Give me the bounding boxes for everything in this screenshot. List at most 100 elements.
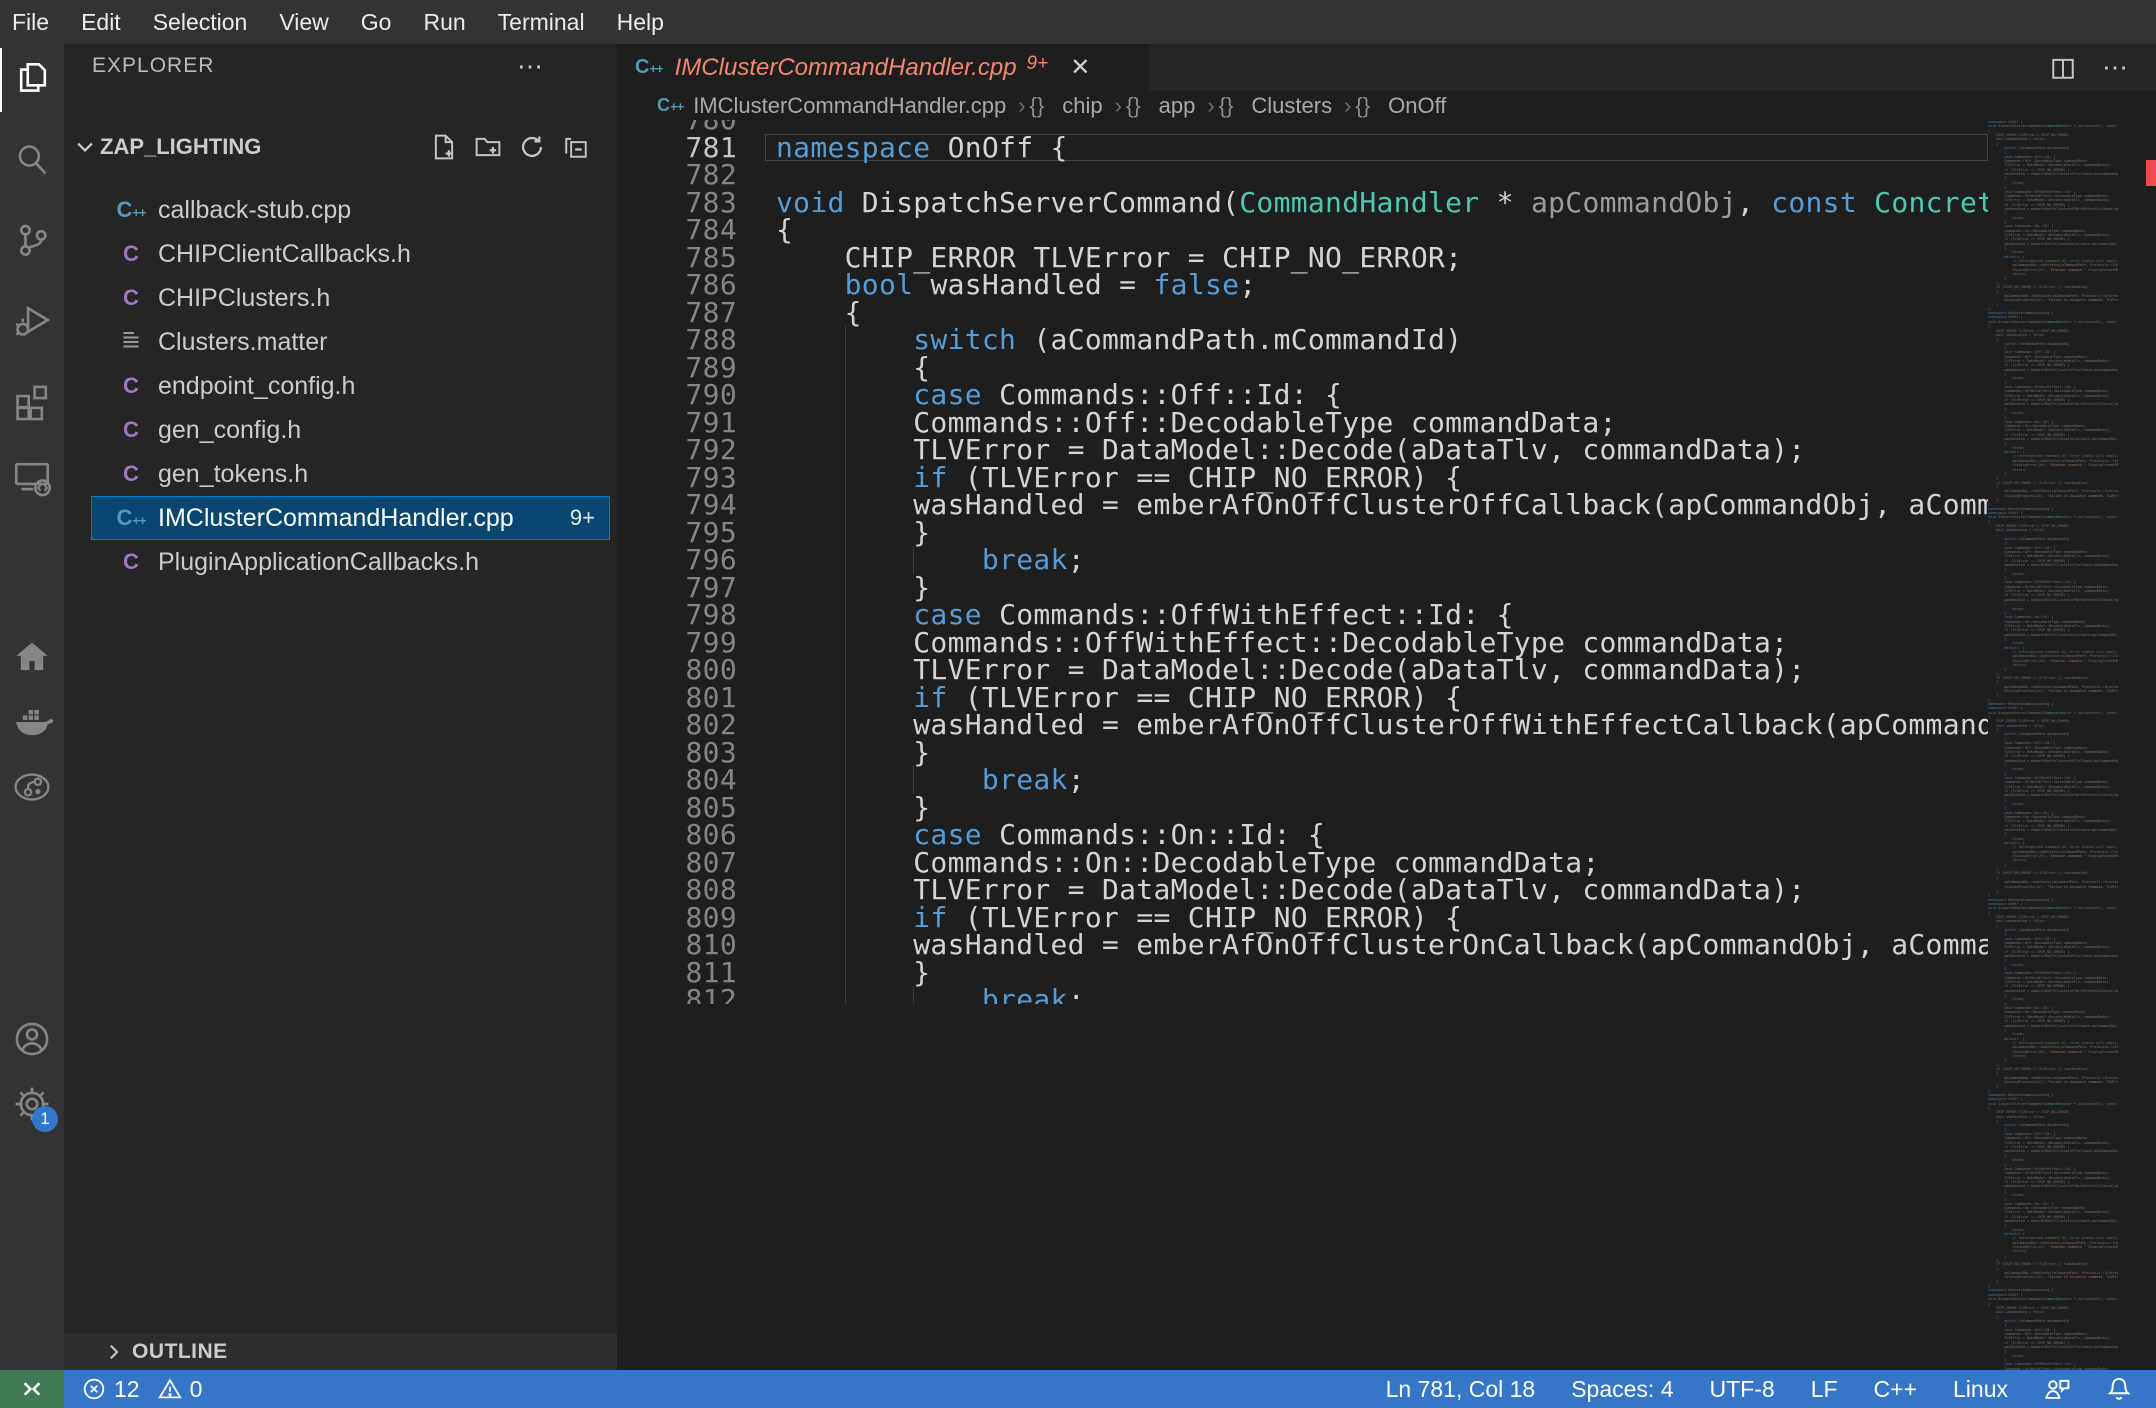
code-line-801[interactable]: 801 if (TLVError == CHIP_NO_ERROR) {	[617, 683, 1988, 711]
code-line-810[interactable]: 810 wasHandled = emberAfOnOffClusterOnCa…	[617, 931, 1988, 959]
minimap[interactable]: namespace OnOff {void DispatchServerComm…	[1988, 120, 2118, 1370]
menu-selection[interactable]: Selection	[137, 0, 264, 44]
docker-icon[interactable]	[0, 690, 64, 754]
code-line-806[interactable]: 806 case Commands::On::Id: {	[617, 821, 1988, 849]
search-icon[interactable]	[0, 128, 64, 192]
code-line-788[interactable]: 788 switch (aCommandPath.mCommandId)	[617, 326, 1988, 354]
eol-status[interactable]: LF	[1811, 1376, 1838, 1403]
code-line-795[interactable]: 795 }	[617, 518, 1988, 546]
menu-file[interactable]: File	[0, 0, 65, 44]
run-debug-icon[interactable]	[0, 288, 64, 352]
language-mode[interactable]: C++	[1874, 1376, 1917, 1403]
breadcrumb-item[interactable]: IMClusterCommandHandler.cpp	[693, 93, 1006, 119]
code-editor[interactable]: 780781namespace OnOff {782783void Dispat…	[617, 120, 1988, 1004]
refresh-icon[interactable]	[519, 134, 545, 160]
outline-section-header[interactable]: OUTLINE	[64, 1333, 617, 1370]
problems-status[interactable]: 12 0	[82, 1376, 212, 1403]
code-line-781[interactable]: 781 namespace OnOff {	[617, 133, 1988, 161]
tab-imclustercommandhandler[interactable]: C++ IMClusterCommandHandler.cpp 9+ ✕	[617, 44, 1149, 91]
tab-close-icon[interactable]: ✕	[1070, 53, 1090, 82]
menu-run[interactable]: Run	[407, 0, 481, 44]
remote-indicator[interactable]	[0, 1370, 64, 1408]
line-number: 806	[685, 818, 737, 851]
code-line-782[interactable]: 782	[617, 161, 1988, 189]
editor-more-actions-icon[interactable]: ⋯	[2102, 52, 2130, 83]
code-line-800[interactable]: 800 TLVError = DataModel::Decode(aDataTl…	[617, 656, 1988, 684]
menu-terminal[interactable]: Terminal	[482, 0, 601, 44]
status-bar: 12 0 Ln 781, Col 18 Spaces: 4 UTF-8 LF C…	[0, 1370, 2156, 1408]
file-name: IMClusterCommandHandler.cpp	[158, 503, 514, 532]
line-number: 786	[685, 268, 737, 301]
menu-go[interactable]: Go	[345, 0, 408, 44]
code-line-803[interactable]: 803 }	[617, 738, 1988, 766]
file-item-callback-stub-cpp[interactable]: C++ callback-stub.cpp	[91, 188, 610, 232]
code-line-811[interactable]: 811 }	[617, 958, 1988, 986]
folder-section-header[interactable]: ZAP_LIGHTING	[64, 125, 617, 169]
code-line-793[interactable]: 793 if (TLVError == CHIP_NO_ERROR) {	[617, 463, 1988, 491]
cursor-position[interactable]: Ln 781, Col 18	[1386, 1376, 1536, 1403]
file-item-gen-config-h[interactable]: Cgen_config.h	[91, 408, 610, 452]
accounts-icon[interactable]	[0, 1007, 64, 1071]
explorer-more-actions-icon[interactable]: ⋯	[517, 51, 545, 82]
os-indicator[interactable]: Linux	[1953, 1376, 2008, 1403]
menu-edit[interactable]: Edit	[65, 0, 137, 44]
encoding-status[interactable]: UTF-8	[1710, 1376, 1775, 1403]
code-line-812[interactable]: 812 break;	[617, 986, 1988, 1004]
code-line-784[interactable]: 784{	[617, 216, 1988, 244]
code-line-798[interactable]: 798 case Commands::OffWithEffect::Id: {	[617, 601, 1988, 629]
code-line-786[interactable]: 786 bool wasHandled = false;	[617, 271, 1988, 299]
breadcrumb-item[interactable]: Clusters	[1251, 93, 1332, 119]
menu-help[interactable]: Help	[601, 0, 680, 44]
code-line-783[interactable]: 783 void DispatchServerCommand(CommandHan…	[617, 188, 1988, 216]
bell-icon[interactable]	[2106, 1376, 2132, 1402]
code-line-807[interactable]: 807 Commands::On::DecodableType commandD…	[617, 848, 1988, 876]
source-control-icon[interactable]	[0, 208, 64, 272]
file-item-chipclientcallbacks-h[interactable]: C CHIPClientCallbacks.h	[91, 232, 610, 276]
file-item-clusters-matter[interactable]: Clusters.matter	[91, 320, 610, 364]
file-item-endpoint-config-h[interactable]: Cendpoint_config.h	[91, 364, 610, 408]
home-icon[interactable]	[0, 625, 64, 689]
split-editor-icon[interactable]	[2050, 55, 2076, 81]
code-line-791[interactable]: 791 Commands::Off::DecodableType command…	[617, 408, 1988, 436]
explorer-icon[interactable]	[0, 48, 64, 112]
new-folder-icon[interactable]	[475, 134, 501, 160]
code-line-785[interactable]: 785 CHIP_ERROR TLVError = CHIP_NO_ERROR;	[617, 243, 1988, 271]
explorer-title: EXPLORER	[92, 54, 215, 77]
breadcrumb-separator-icon: ›	[1018, 92, 1026, 118]
code-line-804[interactable]: 804 break;	[617, 766, 1988, 794]
code-line-794[interactable]: 794 wasHandled = emberAfOnOffClusterOffC…	[617, 491, 1988, 519]
gitlens-icon[interactable]	[0, 755, 64, 819]
code-line-805[interactable]: 805 }	[617, 793, 1988, 821]
cpp-file-icon: C++	[657, 95, 684, 115]
file-item-chipclusters-h[interactable]: C CHIPClusters.h	[91, 276, 610, 320]
extensions-icon[interactable]	[0, 368, 64, 432]
code-line-808[interactable]: 808 TLVError = DataModel::Decode(aDataTl…	[617, 876, 1988, 904]
overview-ruler[interactable]	[2118, 120, 2156, 1370]
settings-gear-icon[interactable]: 1	[0, 1072, 64, 1136]
collapse-folders-icon[interactable]	[563, 134, 589, 160]
file-item-gen-tokens-h[interactable]: Cgen_tokens.h	[91, 452, 610, 496]
code-line-809[interactable]: 809 if (TLVError == CHIP_NO_ERROR) {	[617, 903, 1988, 931]
explorer-sidebar: EXPLORER ⋯ ZAP_LIGHTING C++ callback-stub…	[64, 44, 617, 1370]
code-line-790[interactable]: 790 case Commands::Off::Id: {	[617, 381, 1988, 409]
code-line-802[interactable]: 802 wasHandled = emberAfOnOffClusterOffW…	[617, 711, 1988, 739]
code-line-796[interactable]: 796 break;	[617, 546, 1988, 574]
breadcrumb-item[interactable]: chip	[1062, 93, 1102, 119]
indentation-status[interactable]: Spaces: 4	[1571, 1376, 1673, 1403]
line-number: 784	[685, 213, 737, 246]
breadcrumb-item[interactable]: OnOff	[1388, 93, 1446, 119]
menu-view[interactable]: View	[263, 0, 344, 44]
breadcrumb-item[interactable]: app	[1159, 93, 1196, 119]
code-line-797[interactable]: 797 }	[617, 573, 1988, 601]
file-name: gen_tokens.h	[158, 459, 309, 488]
code-line-787[interactable]: 787 {	[617, 298, 1988, 326]
code-line-792[interactable]: 792 TLVError = DataModel::Decode(aDataTl…	[617, 436, 1988, 464]
feedback-icon[interactable]	[2044, 1376, 2070, 1402]
code-line-799[interactable]: 799 Commands::OffWithEffect::DecodableTy…	[617, 628, 1988, 656]
file-item-imclustercommandhandler-cpp[interactable]: C++ IMClusterCommandHandler.cpp 9+	[91, 496, 610, 540]
code-line-789[interactable]: 789 {	[617, 353, 1988, 381]
new-file-icon[interactable]	[431, 134, 457, 160]
tab-problems-badge: 9+	[1026, 52, 1049, 74]
file-item-pluginapplicationcallbacks-h[interactable]: C PluginApplicationCallbacks.h	[91, 540, 610, 584]
remote-explorer-icon[interactable]	[0, 444, 64, 508]
